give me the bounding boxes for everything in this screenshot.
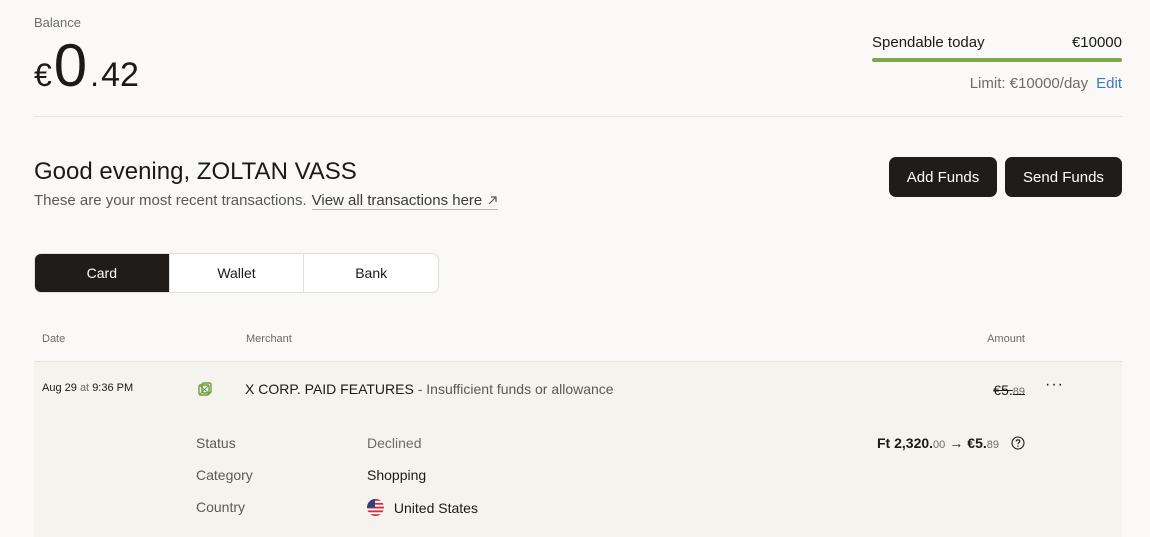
category-value: Shopping [367, 467, 427, 483]
status-value: Declined [367, 435, 422, 451]
transaction-date: Aug 29 at 9:36 PM [42, 382, 133, 394]
column-header-amount: Amount [987, 333, 1025, 345]
add-funds-button[interactable]: Add Funds [889, 157, 997, 197]
spendable-amount: €10000 [1071, 34, 1122, 51]
balance-label: Balance [34, 15, 81, 30]
merchant-name: X CORP. PAID FEATURES [245, 381, 414, 397]
balance-decimal: 42 [101, 56, 139, 94]
balance-amount: € 0 . 42 [34, 36, 139, 96]
divider [34, 116, 1122, 117]
view-all-transactions-link[interactable]: View all transactions here [311, 192, 499, 210]
view-all-label: View all transactions here [311, 192, 483, 209]
tab-wallet[interactable]: Wallet [170, 254, 305, 292]
conversion-arrow: → [949, 435, 964, 451]
conversion-from-main: Ft 2,320. [877, 435, 934, 451]
help-icon[interactable] [1011, 436, 1025, 450]
conversion-from-cents: 00 [933, 439, 946, 451]
limit-row: Limit: €10000/day Edit [970, 75, 1122, 92]
spendable-today: Spendable today €10000 [872, 34, 1122, 62]
transaction-type-tabs: Card Wallet Bank [34, 253, 439, 293]
merchant-separator: - [417, 381, 423, 397]
country-value: United States [367, 499, 478, 516]
transaction-time: 9:36 PM [92, 382, 134, 394]
conversion-to-cents: 89 [986, 439, 999, 451]
column-header-merchant: Merchant [246, 333, 292, 345]
us-flag-icon [367, 499, 384, 516]
amount-cents: 89 [1012, 386, 1025, 398]
transaction-merchant: X CORP. PAID FEATURES - Insufficient fun… [245, 381, 614, 397]
balance-integer: 0 [53, 32, 89, 99]
conversion-to: €5.89 [967, 435, 999, 451]
conversion-from: Ft 2,320.00 [877, 435, 945, 451]
greeting-subtitle: These are your most recent transactions.… [34, 192, 499, 210]
spendable-label: Spendable today [872, 34, 985, 51]
balance-separator: . [90, 57, 100, 93]
balance-currency: € [34, 57, 52, 93]
transaction-date-at: at [79, 382, 90, 394]
currency-conversion: Ft 2,320.00 → €5.89 [877, 435, 1025, 451]
merchant-category-icon [198, 382, 212, 396]
tab-card[interactable]: Card [35, 254, 170, 292]
tab-bank[interactable]: Bank [304, 254, 438, 292]
more-options-icon[interactable]: ··· [1045, 376, 1064, 394]
subtitle-text: These are your most recent transactions. [34, 192, 307, 209]
spendable-progress-bar [872, 58, 1122, 62]
send-funds-button[interactable]: Send Funds [1005, 157, 1122, 197]
transaction-amount: €5.89 [993, 382, 1025, 398]
country-label: Country [196, 499, 246, 515]
status-label: Status [196, 435, 236, 451]
category-label: Category [196, 467, 253, 483]
amount-main: €5. [993, 382, 1013, 398]
transaction-row-expanded[interactable]: Aug 29 at 9:36 PM X CORP. PAID FEATURES … [34, 362, 1122, 537]
conversion-to-main: €5. [967, 435, 987, 451]
edit-limit-link[interactable]: Edit [1096, 75, 1122, 92]
spendable-progress-fill [872, 58, 1122, 62]
country-name: United States [393, 500, 478, 516]
decline-reason: Insufficient funds or allowance [426, 381, 614, 397]
column-header-date: Date [42, 333, 66, 345]
transaction-date-day: Aug 29 [42, 382, 77, 394]
external-arrow-icon [488, 196, 497, 205]
greeting-title: Good evening, ZOLTAN VASS [34, 158, 357, 185]
limit-text: Limit: €10000/day [969, 75, 1089, 92]
